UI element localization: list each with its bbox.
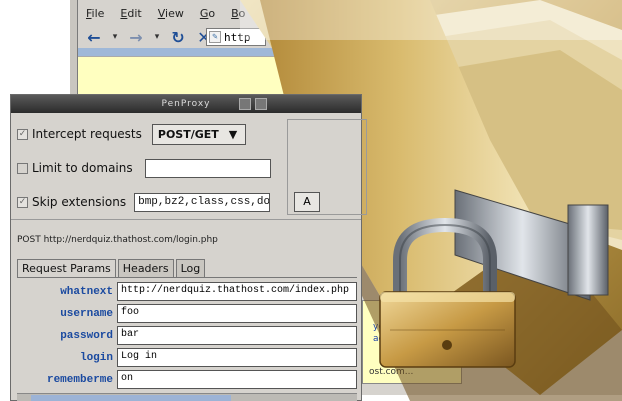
menu-file[interactable]: File xyxy=(84,6,106,24)
window-title-bar[interactable]: PenProxy xyxy=(11,95,361,113)
tab-log[interactable]: Log xyxy=(175,259,206,277)
param-value-input[interactable]: http://nerdquiz.thathost.com/index.php xyxy=(117,282,357,301)
skip-extensions-label: Skip extensions xyxy=(32,195,127,209)
section-divider xyxy=(11,219,361,220)
maximize-button[interactable] xyxy=(255,98,267,110)
method-dropdown[interactable]: POST/GET ▼ xyxy=(151,123,246,145)
param-key: rememberme xyxy=(46,374,113,386)
menu-view[interactable]: View xyxy=(156,6,186,24)
extensions-input[interactable]: bmp,bz2,class,css,doc,g xyxy=(134,192,271,212)
limit-domains-row: Limit to domains xyxy=(17,157,271,179)
intercept-row: ✓ Intercept requests POST/GET ▼ xyxy=(17,123,246,145)
skip-extensions-row: ✓ Skip extensions bmp,bz2,class,css,doc,… xyxy=(17,191,271,213)
request-url-line: POST http://nerdquiz.thathost.com/login.… xyxy=(17,235,218,245)
param-key: username xyxy=(60,308,113,320)
menu-edit[interactable]: Edit xyxy=(118,6,143,24)
param-value-input[interactable]: bar xyxy=(117,326,357,345)
request-tabs: Request Params Headers Log xyxy=(17,259,206,277)
params-table: whatnext http://nerdquiz.thathost.com/in… xyxy=(17,277,357,401)
param-value-input[interactable]: Log in xyxy=(117,348,357,367)
limit-domains-checkbox[interactable] xyxy=(17,162,28,174)
side-panel: A xyxy=(287,119,367,215)
param-key: password xyxy=(60,330,113,342)
method-value: POST/GET xyxy=(157,127,219,141)
limit-domains-label: Limit to domains xyxy=(32,161,133,175)
dropdown-arrow-icon[interactable]: ▾ xyxy=(152,27,162,47)
menu-go[interactable]: Go xyxy=(198,6,217,24)
penproxy-window: PenProxy ✓ Intercept requests POST/GET ▼… xyxy=(10,94,367,401)
intercept-checkbox[interactable]: ✓ xyxy=(17,128,28,140)
scrollbar-thumb[interactable] xyxy=(31,395,231,401)
window-title: PenProxy xyxy=(161,99,211,109)
table-row: rememberme on xyxy=(17,370,357,390)
domains-input[interactable] xyxy=(144,158,271,178)
browser-menubar: File Edit View Go Bo xyxy=(84,6,247,24)
browser-window-edge xyxy=(70,0,78,100)
table-row: username foo xyxy=(17,304,357,324)
minimize-button[interactable] xyxy=(239,98,251,110)
chevron-down-icon: ▼ xyxy=(228,127,238,141)
param-value-input[interactable]: on xyxy=(117,370,357,389)
browser-navbar: ← ▾ → ▾ ↻ ✕ xyxy=(84,26,214,48)
table-row: whatnext http://nerdquiz.thathost.com/in… xyxy=(17,282,357,302)
page-icon: ✎ xyxy=(209,31,221,43)
param-key: login xyxy=(79,352,113,364)
back-icon[interactable]: ← xyxy=(84,27,104,47)
side-action-button[interactable]: A xyxy=(294,192,320,212)
reload-icon[interactable]: ↻ xyxy=(168,27,188,47)
skip-extensions-checkbox[interactable]: ✓ xyxy=(17,196,28,208)
dropdown-arrow-icon[interactable]: ▾ xyxy=(110,27,120,47)
forward-icon[interactable]: → xyxy=(126,27,146,47)
tab-request-params[interactable]: Request Params xyxy=(17,259,116,277)
table-row: login Log in xyxy=(17,348,357,368)
param-key: whatnext xyxy=(60,286,113,298)
table-row: password bar xyxy=(17,326,357,346)
horizontal-scrollbar[interactable] xyxy=(17,393,357,401)
intercept-label: Intercept requests xyxy=(32,127,142,141)
param-value-input[interactable]: foo xyxy=(117,304,357,323)
tab-headers[interactable]: Headers xyxy=(117,259,174,277)
